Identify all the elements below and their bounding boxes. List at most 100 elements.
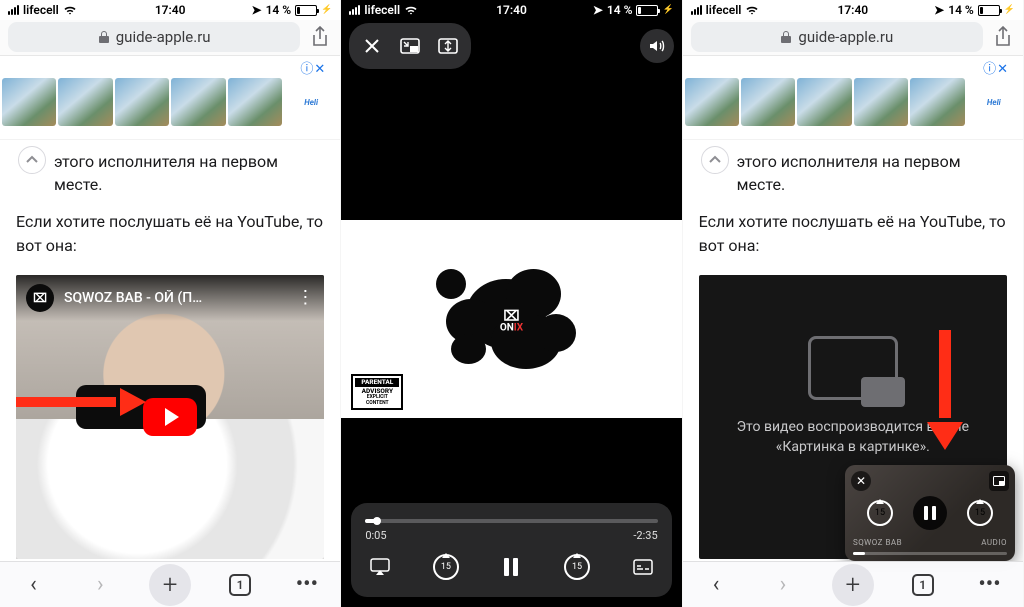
pip-icon bbox=[400, 38, 420, 54]
pip-rewind-15[interactable]: 15 bbox=[867, 500, 893, 526]
airplay-button[interactable] bbox=[365, 552, 395, 582]
subtitles-button[interactable] bbox=[628, 552, 658, 582]
pip-placeholder-icon bbox=[808, 336, 898, 400]
pip-track-label-right: AUDIO bbox=[981, 538, 1007, 547]
ad-info-close[interactable]: ⓘ✕ bbox=[300, 58, 326, 77]
status-bar: lifecell 17:40 ➤ 14 % ⚡ bbox=[341, 0, 681, 20]
battery-icon bbox=[295, 5, 317, 16]
chevron-up-icon bbox=[25, 153, 39, 167]
rewind-15-button[interactable]: 15 bbox=[433, 554, 459, 580]
pip-seek-bar[interactable] bbox=[853, 552, 1007, 555]
pause-button[interactable] bbox=[496, 552, 526, 582]
back-button[interactable]: ‹ bbox=[15, 567, 51, 603]
ad-banner[interactable]: ⓘ✕ Heli bbox=[683, 56, 1023, 140]
clock: 17:40 bbox=[683, 3, 1023, 17]
collapse-button[interactable] bbox=[701, 146, 729, 174]
channel-avatar[interactable]: ⌧ bbox=[26, 284, 54, 312]
pip-window[interactable]: ✕ 15 15 SQWOZ BAB AUDIO bbox=[845, 465, 1015, 561]
url-field[interactable]: guide-apple.ru bbox=[691, 22, 983, 52]
ad-brand-logo[interactable]: Heli bbox=[967, 78, 1021, 126]
article-text-line: этого исполнителя на первом месте. bbox=[16, 150, 324, 196]
ad-info-close[interactable]: ⓘ✕ bbox=[983, 58, 1009, 77]
ad-thumb[interactable] bbox=[797, 78, 851, 126]
chevron-up-icon bbox=[708, 153, 722, 167]
volume-button[interactable] bbox=[640, 29, 674, 63]
ad-thumb[interactable] bbox=[115, 78, 169, 126]
new-tab-button[interactable]: + bbox=[832, 564, 874, 606]
ad-thumb[interactable] bbox=[854, 78, 908, 126]
share-button[interactable] bbox=[308, 25, 332, 49]
ad-thumb[interactable] bbox=[58, 78, 112, 126]
ad-thumb[interactable] bbox=[685, 78, 739, 126]
article-text-line: Если хотите послушать её на YouTube, то … bbox=[16, 210, 324, 256]
forward-button[interactable]: › bbox=[765, 567, 801, 603]
url-field[interactable]: guide-apple.ru bbox=[8, 22, 300, 52]
article-body: этого исполнителя на первом месте. Если … bbox=[683, 140, 1023, 257]
pause-icon bbox=[924, 506, 936, 520]
tabs-count: 1 bbox=[229, 574, 251, 596]
status-bar: lifecell 17:40 ➤ 14 % ⚡ bbox=[683, 0, 1023, 20]
url-text: guide-apple.ru bbox=[116, 28, 211, 46]
lock-icon bbox=[98, 30, 110, 44]
ad-thumb[interactable] bbox=[910, 78, 964, 126]
url-text: guide-apple.ru bbox=[798, 28, 893, 46]
ad-thumb[interactable] bbox=[741, 78, 795, 126]
annotation-arrow-right bbox=[16, 388, 146, 416]
kebab-menu-icon[interactable]: ⋮ bbox=[296, 287, 314, 308]
youtube-embed[interactable]: ⌧ SQWOZ BAB - ОЙ (П… ⋮ bbox=[16, 275, 324, 559]
new-tab-button[interactable]: + bbox=[149, 564, 191, 606]
back-button[interactable]: ‹ bbox=[698, 567, 734, 603]
airplay-icon bbox=[370, 558, 390, 576]
ad-thumb[interactable] bbox=[171, 78, 225, 126]
article-text-line: этого исполнителя на первом месте. bbox=[699, 150, 1007, 196]
status-bar: lifecell 17:40 ➤ 14 % ⚡ bbox=[0, 0, 340, 20]
article-body: этого исполнителя на первом месте. Если … bbox=[0, 140, 340, 257]
tabs-button[interactable]: 1 bbox=[905, 567, 941, 603]
youtube-play-button[interactable] bbox=[143, 398, 197, 436]
elapsed-time: 0:05 bbox=[365, 529, 386, 542]
pause-icon bbox=[504, 558, 518, 576]
ad-brand-logo[interactable]: Heli bbox=[284, 78, 338, 126]
safari-toolbar: ‹ › + 1 ••• bbox=[683, 561, 1023, 607]
pip-forward-15[interactable]: 15 bbox=[967, 500, 993, 526]
pip-track-label-left: SQWOZ BAB bbox=[853, 538, 902, 547]
article-text-line: Если хотите послушать её на YouTube, то … bbox=[699, 210, 1007, 256]
tabs-button[interactable]: 1 bbox=[222, 567, 258, 603]
speaker-icon bbox=[648, 38, 666, 54]
address-bar: guide-apple.ru bbox=[0, 20, 340, 56]
play-icon bbox=[165, 408, 179, 426]
ad-banner[interactable]: ⓘ✕ Heli bbox=[0, 56, 340, 140]
fit-screen-icon bbox=[438, 38, 458, 54]
pip-pause-button[interactable] bbox=[913, 496, 947, 530]
battery-icon bbox=[978, 5, 1000, 16]
battery-icon bbox=[636, 5, 658, 16]
collapse-button[interactable] bbox=[18, 146, 46, 174]
pip-restore-icon bbox=[993, 476, 1005, 486]
video-frame[interactable]: ⌧ONIX PARENTAL ADVISORY EXPLICIT CONTENT bbox=[341, 220, 681, 418]
close-button[interactable] bbox=[355, 29, 389, 63]
video-title: SQWOZ BAB - ОЙ (П… bbox=[64, 290, 286, 306]
logo-text: ⌧ONIX bbox=[500, 309, 523, 333]
forward-15-button[interactable]: 15 bbox=[564, 554, 590, 580]
pip-button[interactable] bbox=[393, 29, 427, 63]
address-bar: guide-apple.ru bbox=[683, 20, 1023, 56]
more-button[interactable]: ••• bbox=[289, 567, 325, 603]
safari-toolbar: ‹ › + 1 ••• bbox=[0, 561, 340, 607]
pip-restore-button[interactable] bbox=[989, 471, 1009, 491]
player-controls: 0:05 -2:35 15 15 bbox=[351, 503, 671, 597]
ad-thumb[interactable] bbox=[2, 78, 56, 126]
parental-advisory-label: PARENTAL ADVISORY EXPLICIT CONTENT bbox=[351, 374, 403, 410]
aspect-button[interactable] bbox=[431, 29, 465, 63]
fullscreen-player: ⌧ONIX PARENTAL ADVISORY EXPLICIT CONTENT… bbox=[341, 20, 681, 607]
share-button[interactable] bbox=[991, 25, 1015, 49]
annotation-arrow-down bbox=[927, 330, 963, 450]
tabs-count: 1 bbox=[912, 574, 934, 596]
pip-close-button[interactable]: ✕ bbox=[851, 471, 871, 491]
lock-icon bbox=[780, 30, 792, 44]
captions-icon bbox=[633, 559, 653, 575]
seek-bar[interactable] bbox=[365, 519, 657, 523]
clock: 17:40 bbox=[0, 3, 340, 17]
more-button[interactable]: ••• bbox=[972, 567, 1008, 603]
ad-thumb[interactable] bbox=[228, 78, 282, 126]
forward-button[interactable]: › bbox=[82, 567, 118, 603]
